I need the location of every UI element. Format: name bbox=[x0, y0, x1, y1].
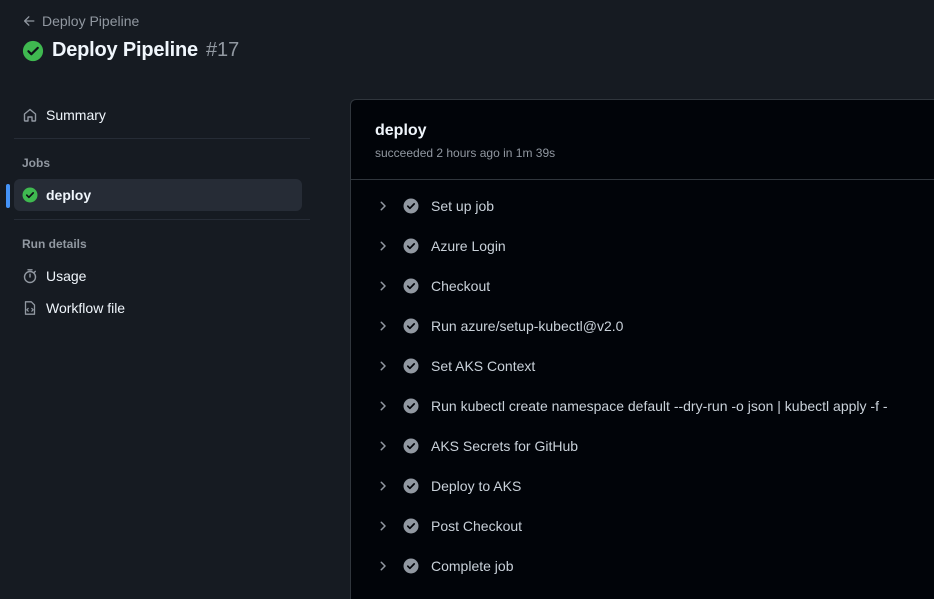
step-row[interactable]: Run kubectl create namespace default --d… bbox=[351, 386, 934, 426]
check-circle-fill-icon bbox=[403, 278, 419, 294]
step-row[interactable]: Azure Login bbox=[351, 226, 934, 266]
check-circle-fill-icon bbox=[403, 518, 419, 534]
step-label: Deploy to AKS bbox=[431, 478, 522, 494]
back-link-label: Deploy Pipeline bbox=[42, 13, 140, 29]
step-row[interactable]: Complete job bbox=[351, 546, 934, 586]
step-list: Set up job Azure Login Checkout Run azur… bbox=[351, 186, 934, 586]
arrow-left-icon bbox=[23, 16, 35, 26]
run-details-section-label: Run details bbox=[22, 237, 87, 251]
check-circle-fill-icon bbox=[403, 438, 419, 454]
check-circle-fill-icon bbox=[22, 187, 38, 203]
run-number: #17 bbox=[205, 39, 240, 61]
sidebar-divider bbox=[14, 138, 310, 139]
stopwatch-icon bbox=[23, 269, 37, 284]
workflow-run-page: Deploy Pipeline Deploy Pipeline #17 Summ… bbox=[0, 0, 934, 599]
back-to-workflow-link[interactable]: Deploy Pipeline bbox=[22, 13, 139, 29]
sidebar-item-workflow-file[interactable]: Workflow file bbox=[14, 292, 302, 324]
step-label: Checkout bbox=[431, 278, 491, 294]
step-label: Set AKS Context bbox=[431, 358, 536, 374]
job-header: deploy succeeded 2 hours ago in 1m 39s bbox=[375, 122, 555, 160]
step-label: Run azure/setup-kubectl@v2.0 bbox=[431, 318, 624, 334]
step-row[interactable]: Post Checkout bbox=[351, 506, 934, 546]
sidebar-item-summary[interactable]: Summary bbox=[14, 99, 302, 131]
sidebar-item-label: Workflow file bbox=[46, 300, 126, 316]
job-log-panel: deploy succeeded 2 hours ago in 1m 39s S… bbox=[350, 99, 934, 599]
step-row[interactable]: Run azure/setup-kubectl@v2.0 bbox=[351, 306, 934, 346]
step-row[interactable]: Deploy to AKS bbox=[351, 466, 934, 506]
active-indicator bbox=[6, 184, 10, 208]
chevron-right-icon bbox=[380, 441, 386, 451]
check-circle-fill-icon bbox=[403, 398, 419, 414]
step-label: Post Checkout bbox=[431, 518, 523, 534]
step-label: AKS Secrets for GitHub bbox=[431, 438, 579, 454]
jobs-section-label: Jobs bbox=[22, 156, 51, 170]
job-status-meta: succeeded 2 hours ago in 1m 39s bbox=[375, 146, 556, 160]
chevron-right-icon bbox=[380, 481, 386, 491]
page-title: Deploy Pipeline bbox=[52, 39, 198, 61]
step-label: Complete job bbox=[431, 558, 514, 574]
chevron-right-icon bbox=[380, 561, 386, 571]
chevron-right-icon bbox=[380, 321, 386, 331]
chevron-right-icon bbox=[380, 201, 386, 211]
sidebar-item-label: Summary bbox=[46, 107, 106, 123]
sidebar-item-job-deploy[interactable]: deploy bbox=[14, 179, 302, 211]
check-circle-fill-icon bbox=[22, 40, 44, 61]
run-title-row: Deploy Pipeline #17 bbox=[22, 39, 239, 62]
step-row[interactable]: AKS Secrets for GitHub bbox=[351, 426, 934, 466]
check-circle-fill-icon bbox=[403, 198, 419, 214]
check-circle-fill-icon bbox=[403, 358, 419, 374]
step-label: Azure Login bbox=[431, 238, 506, 254]
step-row[interactable]: Set up job bbox=[351, 186, 934, 226]
check-circle-fill-icon bbox=[403, 558, 419, 574]
step-row[interactable]: Set AKS Context bbox=[351, 346, 934, 386]
chevron-right-icon bbox=[380, 241, 386, 251]
job-name: deploy bbox=[375, 122, 427, 139]
chevron-right-icon bbox=[380, 401, 386, 411]
home-icon bbox=[23, 108, 37, 122]
sidebar-item-label: deploy bbox=[46, 187, 92, 203]
chevron-right-icon bbox=[380, 281, 386, 291]
check-circle-fill-icon bbox=[403, 478, 419, 494]
chevron-right-icon bbox=[380, 521, 386, 531]
sidebar-item-label: Usage bbox=[46, 268, 87, 284]
step-row[interactable]: Checkout bbox=[351, 266, 934, 306]
check-circle-fill-icon bbox=[403, 238, 419, 254]
chevron-right-icon bbox=[380, 361, 386, 371]
step-label: Set up job bbox=[431, 198, 495, 214]
check-circle-fill-icon bbox=[403, 318, 419, 334]
step-label: Run kubectl create namespace default --d… bbox=[431, 398, 888, 414]
file-code-icon bbox=[24, 301, 36, 315]
sidebar-item-usage[interactable]: Usage bbox=[14, 260, 302, 292]
job-header-divider bbox=[351, 179, 934, 180]
sidebar-divider bbox=[14, 219, 310, 220]
